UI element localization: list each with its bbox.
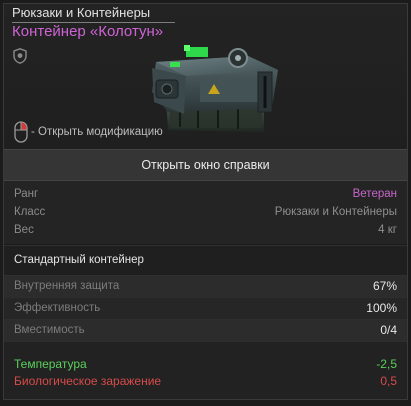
item-tooltip: Рюкзаки и Контейнеры Контейнер «Колотун» [3,3,408,400]
attribute-value: 0/4 [380,323,397,337]
effect-label: Температура [14,357,87,371]
stat-value: Ветеран [352,188,397,200]
item-category: Рюкзаки и Контейнеры [12,5,175,23]
item-effects: Температура -2,5 Биологическое заражение… [4,342,407,390]
attribute-internal-protection: Внутренняя защита 67% [4,276,407,298]
shield-icon [13,48,27,64]
effect-value: 0,5 [380,374,397,388]
effect-label: Биологическое заражение [14,374,162,388]
stat-rank: Ранг Ветеран [14,185,397,203]
stat-value: 4 кг [378,224,397,236]
attribute-label: Вместимость [14,324,85,336]
mouse-icon [14,121,28,143]
modification-hint[interactable]: - Открыть модификацию [14,121,163,143]
stat-label: Класс [14,206,46,218]
stat-value: Рюкзаки и Контейнеры [274,206,397,218]
container-item-image [152,45,278,132]
item-description: Стандартный контейнер [4,245,407,276]
open-help-button[interactable]: Открыть окно справки [4,149,407,181]
stat-label: Вес [14,224,34,236]
effect-value: -2,5 [376,357,397,371]
effect-temperature: Температура -2,5 [14,356,397,373]
stat-weight: Вес 4 кг [14,221,397,239]
attribute-efficiency: Эффективность 100% [4,298,407,320]
attribute-label: Эффективность [14,302,101,314]
effect-bio-contamination: Биологическое заражение 0,5 [14,373,397,390]
tooltip-header: Рюкзаки и Контейнеры Контейнер «Колотун» [4,4,407,149]
attribute-label: Внутренняя защита [14,280,120,292]
attribute-value: 67% [372,279,397,293]
attribute-capacity: Вместимость 0/4 [4,320,407,342]
stat-class: Класс Рюкзаки и Контейнеры [14,203,397,221]
attribute-value: 100% [366,301,397,315]
item-stats: Ранг Ветеран Класс Рюкзаки и Контейнеры … [4,181,407,245]
stat-label: Ранг [14,188,39,200]
hint-text: - Открыть модификацию [31,126,163,138]
